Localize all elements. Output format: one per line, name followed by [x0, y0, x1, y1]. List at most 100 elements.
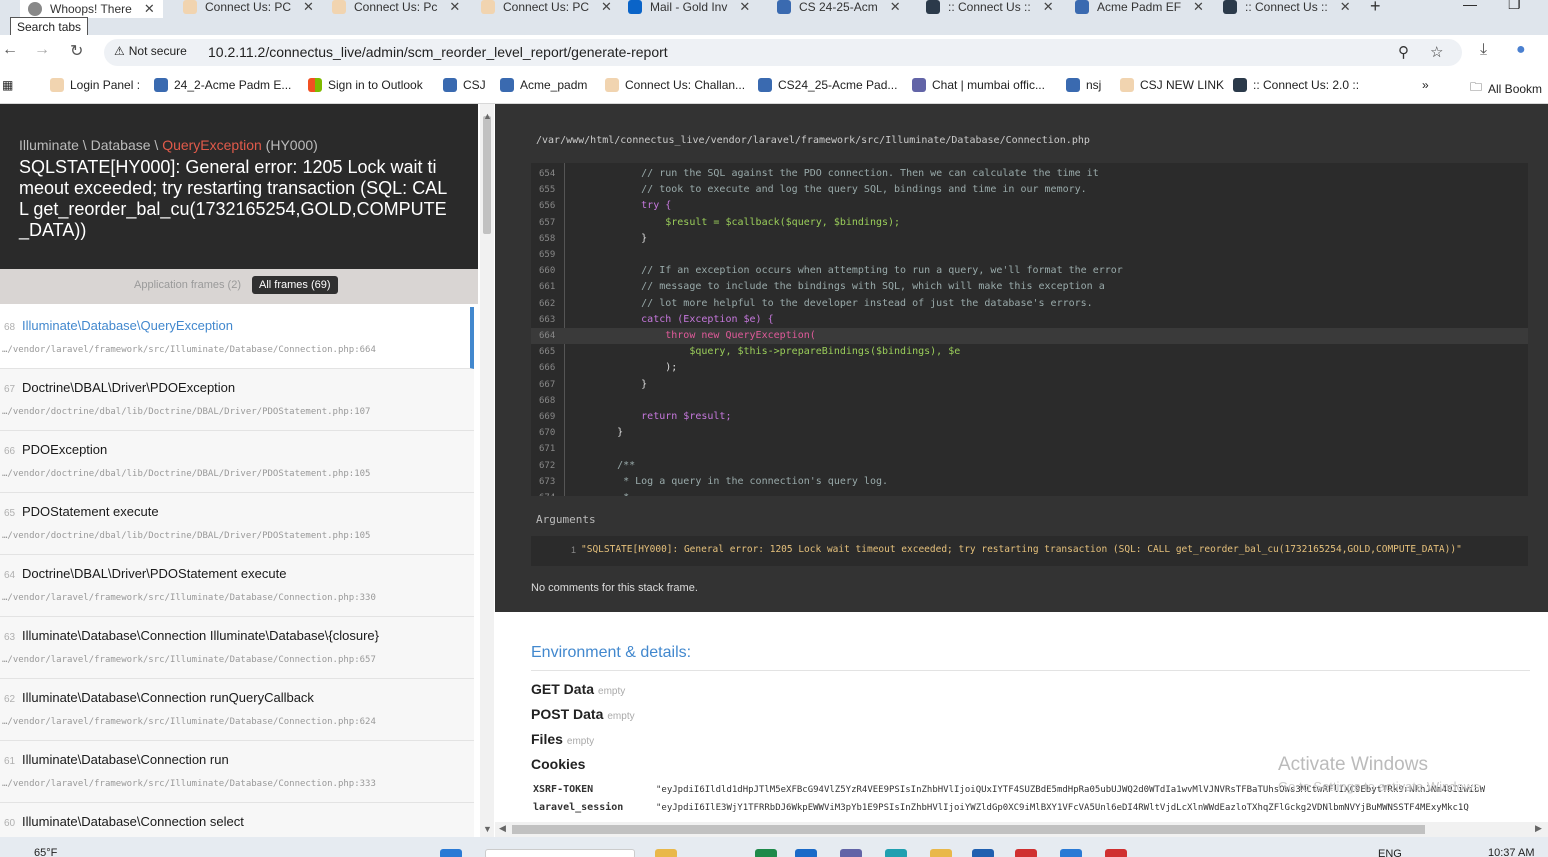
all-frames-tab[interactable]: All frames (69) [252, 276, 338, 294]
line-text: ); [593, 362, 678, 374]
close-icon[interactable]: ✕ [1043, 0, 1054, 15]
tab-whoops[interactable]: Whoops! There ✕ [20, 0, 163, 18]
line-text: } [593, 427, 624, 439]
stack-frame[interactable]: 68 Illuminate\Database\QueryException …/ve… [0, 307, 474, 369]
close-icon[interactable]: ✕ [739, 0, 750, 15]
search-icon[interactable] [485, 849, 635, 857]
close-icon[interactable]: ✕ [1193, 0, 1204, 15]
app-icon[interactable] [1060, 849, 1082, 857]
code-view: 654 // run the SQL against the PDO conne… [531, 163, 1528, 496]
close-icon[interactable]: ✕ [890, 0, 901, 15]
app-icon[interactable] [885, 849, 907, 857]
bookmark-item[interactable]: CSJ [443, 78, 486, 92]
bookmark-item[interactable]: Chat | mumbai offic... [912, 78, 1045, 92]
download-icon[interactable]: ⤓ [1480, 41, 1487, 59]
back-icon[interactable]: ← [2, 41, 18, 59]
stack-frame[interactable]: 67 Doctrine\DBAL\Driver\PDOException …/ven… [0, 369, 474, 431]
application-frames-tab[interactable]: Application frames (2) [127, 276, 248, 294]
frame-number: 62 [4, 694, 16, 705]
close-icon[interactable]: ✕ [449, 0, 460, 15]
stack-frame[interactable]: 63 Illuminate\Database\Connection Illumin… [0, 617, 474, 679]
app-icon[interactable] [1105, 849, 1127, 857]
stack-frame[interactable]: 66 PDOException …/vendor/doctrine/dbal/lib… [0, 431, 474, 493]
line-text: // message to include the bindings with … [593, 281, 1105, 293]
star-icon[interactable]: ☆ [1430, 43, 1443, 61]
start-icon[interactable] [440, 849, 462, 857]
folder-icon[interactable] [655, 849, 677, 857]
close-icon[interactable]: ✕ [601, 0, 612, 15]
tab-acme[interactable]: Acme Padm EF ✕ [1075, 0, 1204, 14]
bookmark-item[interactable]: 24_2-Acme Padm E... [154, 78, 291, 92]
new-tab-button[interactable]: + [1370, 0, 1381, 17]
forward-icon[interactable]: → [34, 41, 50, 59]
favicon-icon [183, 0, 197, 14]
teams-icon[interactable] [840, 849, 862, 857]
close-icon[interactable]: ✕ [144, 1, 155, 17]
reload-icon[interactable]: ↻ [70, 41, 83, 61]
maximize-button[interactable]: ❐ [1508, 0, 1521, 13]
bookmark-item[interactable]: CSJ NEW LINK [1120, 78, 1224, 92]
bookmark-item[interactable]: Sign in to Outlook [308, 78, 423, 92]
line-number: 657 [539, 217, 556, 228]
left-scrollbar[interactable] [480, 104, 494, 837]
clock[interactable]: 10:37 AM [1488, 847, 1534, 857]
stack-frame[interactable]: 64 Doctrine\DBAL\Driver\PDOStatement exec… [0, 555, 474, 617]
explorer-icon[interactable] [930, 849, 952, 857]
bookmark-item[interactable]: :: Connect Us: 2.0 :: [1233, 78, 1359, 92]
frame-file: …/vendor/laravel/framework/src/Illuminat… [2, 779, 376, 789]
security-indicator[interactable]: ⚠ Not secure [114, 44, 187, 58]
stack-frame[interactable]: 60 Illuminate\Database\Connection select [0, 803, 474, 837]
horizontal-scrollbar[interactable]: ◀ ▶ [495, 822, 1548, 837]
code-line: 666 ); [531, 360, 1528, 376]
bookmark-item[interactable]: Connect Us: Challan... [605, 78, 745, 92]
tab-connect-4[interactable]: :: Connect Us :: ✕ [926, 0, 1054, 14]
arguments-heading: Arguments [536, 513, 596, 526]
globe-icon [28, 2, 42, 16]
scroll-thumb[interactable] [512, 825, 1425, 834]
stack-frame[interactable]: 61 Illuminate\Database\Connection run …/ve… [0, 741, 474, 803]
scroll-up-icon[interactable]: ▲ [483, 111, 492, 121]
close-icon[interactable]: ✕ [303, 0, 314, 15]
environment-heading: Environment & details: [531, 644, 692, 661]
chrome-icon[interactable] [1015, 849, 1037, 857]
tab-connect-2[interactable]: Connect Us: Pc ✕ [332, 0, 460, 14]
tab-connect-3[interactable]: Connect Us: PC ✕ [481, 0, 612, 14]
stack-frame[interactable]: 62 Illuminate\Database\Connection runQuer… [0, 679, 474, 741]
app-icon[interactable] [972, 849, 994, 857]
line-number: 671 [539, 444, 556, 455]
apps-icon[interactable]: ▦ [2, 78, 13, 92]
edge-icon[interactable] [795, 849, 817, 857]
tab-connect-5[interactable]: :: Connect Us :: ✕ [1223, 0, 1351, 14]
scroll-down-icon[interactable]: ▼ [483, 824, 492, 834]
bookmark-item[interactable]: CS24_25-Acme Pad... [758, 78, 897, 92]
tab-title: Whoops! There [50, 2, 132, 16]
tab-connect-1[interactable]: Connect Us: PC ✕ [183, 0, 314, 14]
excel-icon[interactable] [755, 849, 777, 857]
all-bookmarks[interactable]: 🗀 All Bookm [1470, 78, 1542, 99]
zoom-icon[interactable]: ⚲ [1398, 43, 1409, 61]
bookmark-item[interactable]: nsj [1066, 78, 1101, 92]
stack-frame[interactable]: 65 PDOStatement execute …/vendor/doctrine/… [0, 493, 474, 555]
bookmark-item[interactable]: Acme_padm [500, 78, 587, 92]
tab-mail[interactable]: Mail - Gold Inv ✕ [628, 0, 750, 14]
url-text[interactable]: 10.2.11.2/connectus_live/admin/scm_reord… [208, 44, 668, 60]
code-line: 668 [531, 393, 1528, 409]
scroll-left-icon[interactable]: ◀ [499, 823, 506, 834]
language[interactable]: ENG [1378, 848, 1402, 857]
close-icon[interactable]: ✕ [1340, 0, 1351, 15]
tab-cs[interactable]: CS 24-25-Acm ✕ [777, 0, 901, 14]
tab-title: Connect Us: Pc [354, 0, 438, 14]
profile-icon[interactable]: ● [1516, 41, 1526, 59]
warning-icon: ⚠ [114, 44, 125, 58]
omnibox[interactable]: ⚠ Not secure 10.2.11.2/connectus_live/ad… [104, 39, 1462, 66]
taskbar: 65°F ENG 10:37 AM [0, 837, 1548, 857]
minimize-button[interactable]: — [1463, 0, 1477, 12]
more-bookmarks-icon[interactable]: » [1422, 78, 1429, 92]
scroll-right-icon[interactable]: ▶ [1535, 823, 1542, 834]
bookmark-item[interactable]: Login Panel : [50, 78, 140, 92]
scroll-thumb[interactable] [483, 116, 491, 234]
weather[interactable]: 65°F [34, 847, 57, 857]
tab-title: Acme Padm EF [1097, 0, 1182, 14]
frame-file: …/vendor/doctrine/dbal/lib/Doctrine/DBAL… [2, 407, 371, 417]
frame-class: Illuminate\Database\Connection select [22, 814, 244, 829]
